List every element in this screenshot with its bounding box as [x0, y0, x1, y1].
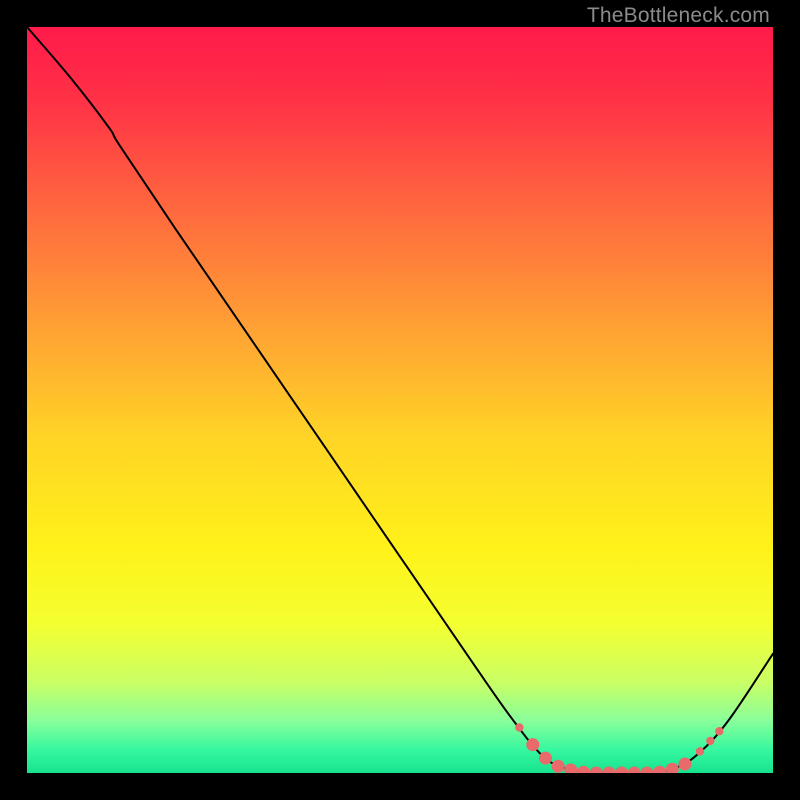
watermark-text: TheBottleneck.com: [587, 4, 770, 28]
chart-background-gradient: [27, 27, 773, 773]
highlight-dot: [526, 738, 539, 751]
highlight-dot: [539, 752, 552, 765]
highlight-dot: [715, 727, 723, 735]
highlight-dot: [706, 737, 714, 745]
highlight-dot: [678, 758, 691, 771]
chart-frame: [27, 27, 773, 773]
highlight-dot: [696, 747, 704, 755]
bottleneck-chart: [27, 27, 773, 773]
highlight-dot: [552, 760, 565, 773]
highlight-dot: [515, 723, 523, 731]
